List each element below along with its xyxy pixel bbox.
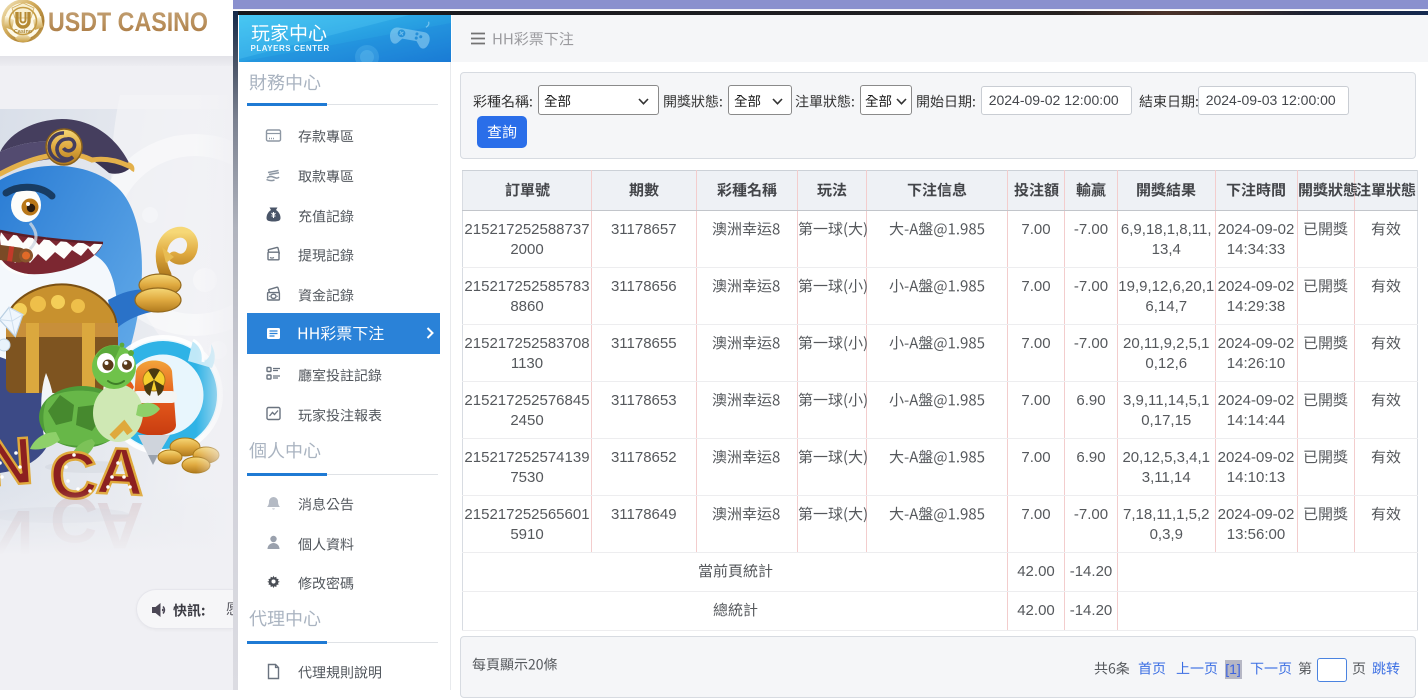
svg-text:Casino: Casino <box>14 29 33 35</box>
svg-text:N: N <box>0 423 35 500</box>
svg-text:USDT CASINO: USDT CASINO <box>48 7 208 37</box>
